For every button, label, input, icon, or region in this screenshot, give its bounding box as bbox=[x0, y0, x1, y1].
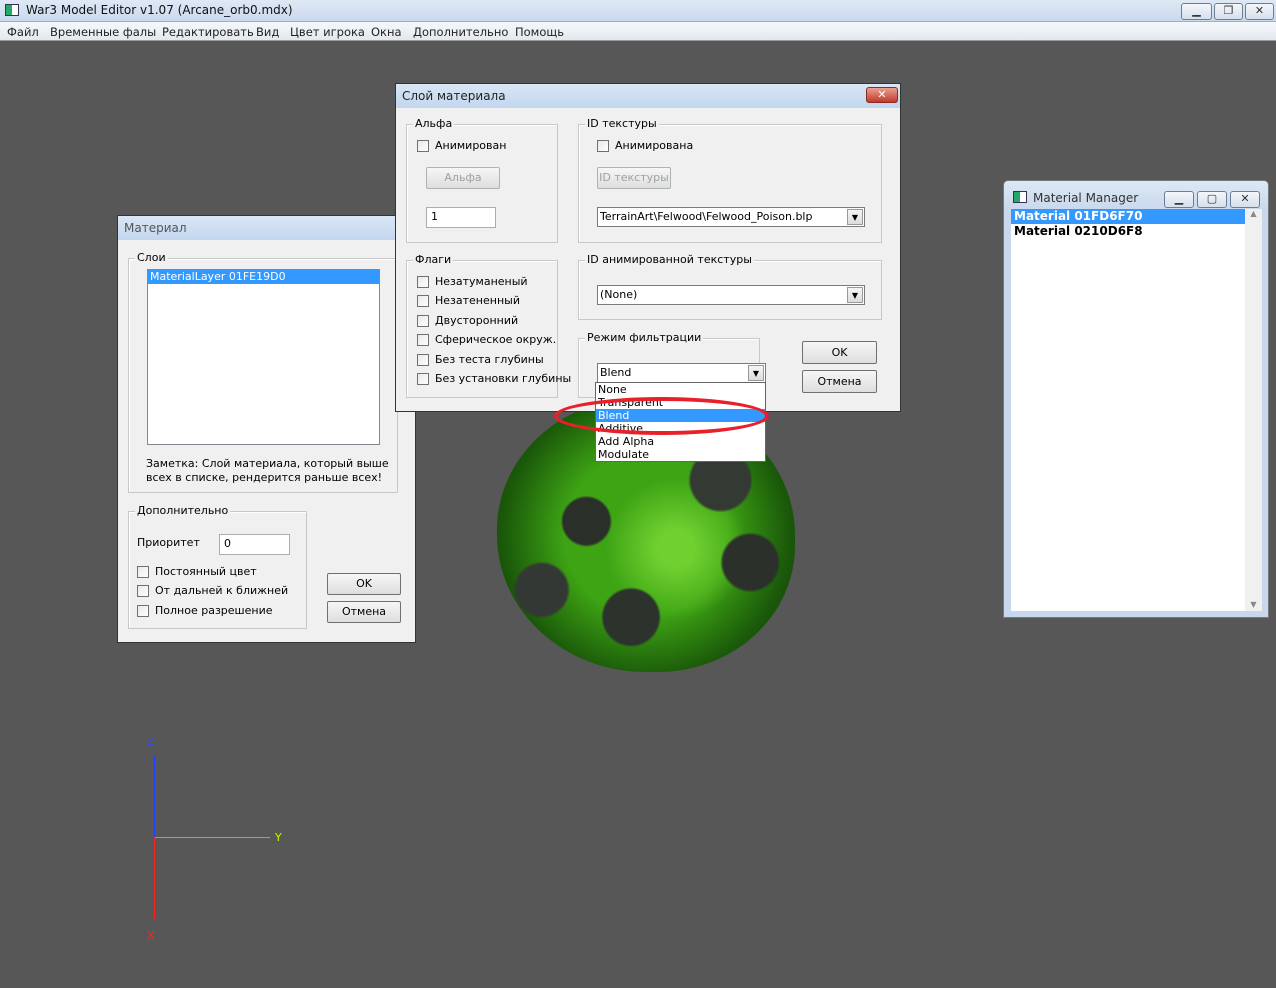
layers-note: Заметка: Слой материала, который выше вс… bbox=[146, 457, 389, 485]
unshaded-checkbox[interactable]: Незатененный bbox=[417, 294, 520, 307]
menu-help[interactable]: Помощь bbox=[515, 25, 564, 39]
option-modulate[interactable]: Modulate bbox=[596, 448, 765, 461]
anim-texture-select[interactable]: (None) ▼ bbox=[597, 285, 865, 305]
menu-windows[interactable]: Окна bbox=[371, 25, 402, 39]
texture-select[interactable]: TerrainArt\Felwood\Felwood_Poison.blp ▼ bbox=[597, 207, 865, 227]
x-axis-label: X bbox=[147, 929, 155, 942]
chevron-down-icon: ▼ bbox=[748, 365, 764, 381]
anim-texture-group-label: ID анимированной текстуры bbox=[585, 253, 754, 266]
extra-group: Дополнительно Приоритет 0 Постоянный цве… bbox=[128, 504, 307, 629]
layer-dialog-title: Слой материала bbox=[396, 84, 900, 108]
minimize-button[interactable]: ▁ bbox=[1181, 3, 1212, 20]
anim-texture-group: ID анимированной текстуры (None) ▼ bbox=[578, 253, 882, 320]
menu-file[interactable]: Файл bbox=[7, 25, 39, 39]
list-item[interactable]: Material 0210D6F8 bbox=[1011, 224, 1262, 239]
no-depth-set-checkbox[interactable]: Без установки глубины bbox=[417, 372, 571, 385]
restore-button[interactable]: ❐ bbox=[1214, 3, 1243, 20]
texture-group: ID текстуры Анимирована ID текстуры Terr… bbox=[578, 117, 882, 243]
flags-group: Флаги Незатуманеный Незатененный Двустор… bbox=[406, 253, 571, 398]
chevron-down-icon: ▼ bbox=[847, 209, 863, 225]
material-layer-dialog: Слой материала ✕ Альфа Анимирован Альфа … bbox=[395, 83, 901, 412]
highlight-ellipse bbox=[554, 397, 769, 435]
menu-extra[interactable]: Дополнительно bbox=[413, 25, 508, 39]
layers-list[interactable]: MaterialLayer 01FE19D0 bbox=[147, 269, 380, 445]
texture-id-button[interactable]: ID текстуры bbox=[597, 167, 671, 189]
app-icon bbox=[5, 4, 19, 16]
two-sided-checkbox[interactable]: Двусторонний bbox=[417, 314, 518, 327]
z-axis-label: Z bbox=[147, 735, 155, 748]
flags-group-label: Флаги bbox=[413, 253, 454, 266]
layers-group: Слои MaterialLayer 01FE19D0 Заметка: Сло… bbox=[128, 251, 398, 493]
menu-edit[interactable]: Редактировать bbox=[162, 25, 254, 39]
unfogged-checkbox[interactable]: Незатуманеный bbox=[417, 275, 528, 288]
z-axis bbox=[154, 755, 155, 837]
note-line: Заметка: Слой материала, который выше bbox=[146, 457, 389, 470]
scroll-down-icon: ▼ bbox=[1250, 600, 1257, 609]
alpha-button[interactable]: Альфа bbox=[426, 167, 500, 189]
materials-list[interactable]: Material 01FD6F70 Material 0210D6F8 ▲ ▼ bbox=[1011, 209, 1262, 611]
sort-far-near-checkbox[interactable]: От дальней к ближней bbox=[137, 584, 288, 597]
menu-view[interactable]: Вид bbox=[256, 25, 279, 39]
alpha-group: Альфа Анимирован Альфа 1 bbox=[406, 117, 558, 243]
note-line: всех в списке, рендерится раньше всех! bbox=[146, 471, 383, 484]
texture-animated-checkbox[interactable]: Анимирована bbox=[597, 139, 693, 152]
menu-player-color[interactable]: Цвет игрока bbox=[290, 25, 365, 39]
ok-button[interactable]: OK bbox=[327, 573, 401, 595]
filter-mode-group-label: Режим фильтрации bbox=[585, 331, 704, 344]
alpha-group-label: Альфа bbox=[413, 117, 455, 130]
scroll-up-icon: ▲ bbox=[1250, 209, 1257, 218]
app-title: War3 Model Editor v1.07 (Arcane_orb0.mdx… bbox=[26, 3, 293, 17]
x-axis bbox=[154, 837, 155, 919]
app-title-bar: War3 Model Editor v1.07 (Arcane_orb0.mdx… bbox=[0, 0, 1276, 22]
no-depth-test-checkbox[interactable]: Без теста глубины bbox=[417, 353, 544, 366]
alpha-input[interactable]: 1 bbox=[426, 207, 496, 228]
y-axis bbox=[154, 837, 270, 838]
cancel-button[interactable]: Отмена bbox=[327, 601, 401, 623]
extra-group-label: Дополнительно bbox=[135, 504, 231, 517]
constant-color-checkbox[interactable]: Постоянный цвет bbox=[137, 565, 257, 578]
y-axis-label: Y bbox=[275, 831, 282, 844]
alpha-animated-checkbox[interactable]: Анимирован bbox=[417, 139, 506, 152]
chevron-down-icon: ▼ bbox=[847, 287, 863, 303]
material-dialog-title: Материал bbox=[118, 216, 415, 240]
menu-bar: Файл Временные фалы Редактировать Вид Цв… bbox=[0, 22, 1276, 41]
option-add-alpha[interactable]: Add Alpha bbox=[596, 435, 765, 448]
option-none[interactable]: None bbox=[596, 383, 765, 396]
list-item[interactable]: MaterialLayer 01FE19D0 bbox=[148, 270, 379, 284]
filter-mode-select[interactable]: Blend ▼ bbox=[597, 363, 766, 383]
priority-label: Приоритет bbox=[137, 536, 200, 549]
material-manager-title: Material Manager bbox=[1033, 191, 1139, 205]
menu-temp-files[interactable]: Временные фалы bbox=[50, 25, 156, 39]
material-manager-window: Material Manager ▁ ▢ ✕ Material 01FD6F70… bbox=[1003, 180, 1269, 618]
cancel-button[interactable]: Отмена bbox=[802, 370, 877, 393]
texture-group-label: ID текстуры bbox=[585, 117, 659, 130]
maximize-button[interactable]: ▢ bbox=[1197, 191, 1227, 208]
layers-group-label: Слои bbox=[135, 251, 168, 264]
full-resolution-checkbox[interactable]: Полное разрешение bbox=[137, 604, 272, 617]
close-button[interactable]: ✕ bbox=[1230, 191, 1260, 208]
priority-input[interactable]: 0 bbox=[219, 534, 290, 555]
ok-button[interactable]: OK bbox=[802, 341, 877, 364]
window-icon bbox=[1013, 191, 1027, 203]
minimize-button[interactable]: ▁ bbox=[1164, 191, 1194, 208]
scrollbar[interactable]: ▲ ▼ bbox=[1245, 209, 1262, 611]
sphere-env-checkbox[interactable]: Сферическое окруж. bbox=[417, 333, 556, 346]
material-dialog: Материал Слои MaterialLayer 01FE19D0 Зам… bbox=[117, 215, 416, 643]
list-item[interactable]: Material 01FD6F70 bbox=[1011, 209, 1245, 224]
close-icon[interactable]: ✕ bbox=[866, 87, 898, 103]
close-button[interactable]: ✕ bbox=[1245, 3, 1274, 20]
